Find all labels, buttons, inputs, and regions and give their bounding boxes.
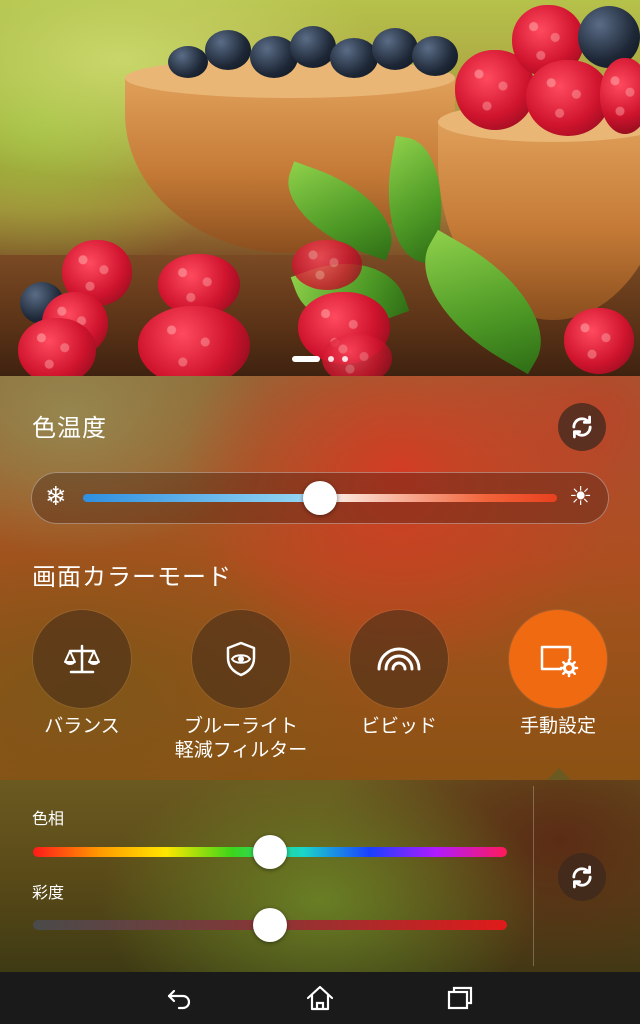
selected-mode-pointer: [547, 768, 571, 780]
color-temperature-title: 色温度: [32, 414, 107, 442]
mode-balance[interactable]: バランス: [2, 610, 162, 738]
mode-vivid-label: ビビッド: [360, 715, 437, 737]
back-button[interactable]: [160, 978, 200, 1018]
hue-slider-thumb[interactable]: [253, 835, 287, 869]
mode-blue-light-filter[interactable]: ブルーライト 軽減フィルター: [161, 610, 321, 762]
recents-button[interactable]: [440, 978, 480, 1018]
raspberry: [138, 306, 250, 376]
blueberry: [330, 38, 378, 78]
page-indicator: [0, 354, 640, 364]
color-temperature-reset-button[interactable]: [558, 403, 606, 451]
blueberry: [205, 30, 251, 70]
mode-blue-light-filter-button[interactable]: [192, 610, 290, 708]
blueberry: [290, 26, 336, 68]
page-dot: [342, 356, 348, 362]
saturation-label: 彩度: [32, 883, 65, 902]
mode-blue-light-filter-label: ブルーライト 軽減フィルター: [174, 715, 308, 761]
refresh-icon: [572, 865, 592, 889]
screen-settings-icon: [540, 645, 579, 678]
raspberry: [564, 308, 634, 374]
preview-image[interactable]: [0, 0, 640, 376]
blueberry: [412, 36, 458, 76]
rainbow-icon: [377, 647, 421, 671]
balance-scale-icon: [64, 644, 100, 674]
navigation-bar: [0, 972, 640, 1024]
blueberry: [372, 28, 418, 70]
page-dot: [328, 356, 334, 362]
blueberry: [168, 46, 208, 78]
eye-shield-icon: [226, 641, 256, 677]
screen-color-mode-title: 画面カラーモード: [32, 563, 232, 591]
mode-manual-label: 手動設定: [519, 715, 596, 737]
manual-settings-panel: [0, 780, 640, 972]
screen: 色温度 ❄ ☀ 画面カラーモード バランス ブルーライト 軽減フィルター ビビッ…: [0, 0, 640, 1024]
page-dot-active: [292, 356, 320, 362]
manual-settings-divider: [533, 786, 534, 966]
mode-manual-button[interactable]: [509, 610, 607, 708]
recents-icon: [447, 986, 473, 1010]
home-icon: [306, 985, 334, 1011]
color-temperature-slider[interactable]: ❄ ☀: [31, 472, 609, 524]
mode-balance-button[interactable]: [33, 610, 131, 708]
hue-label: 色相: [32, 809, 65, 828]
mode-balance-label: バランス: [44, 715, 120, 737]
snowflake-icon: ❄: [45, 482, 67, 512]
back-icon: [167, 989, 191, 1010]
refresh-icon: [572, 415, 592, 439]
sun-icon: ☀: [569, 482, 593, 512]
raspberry: [18, 318, 96, 376]
mode-vivid[interactable]: ビビッド: [319, 610, 479, 738]
raspberry: [292, 240, 362, 290]
manual-settings-reset-button[interactable]: [558, 853, 606, 901]
saturation-slider-thumb[interactable]: [253, 908, 287, 942]
mode-vivid-button[interactable]: [350, 610, 448, 708]
raspberry: [526, 60, 610, 136]
color-temperature-thumb[interactable]: [303, 481, 337, 515]
mode-manual[interactable]: 手動設定: [478, 610, 638, 738]
home-button[interactable]: [300, 978, 340, 1018]
